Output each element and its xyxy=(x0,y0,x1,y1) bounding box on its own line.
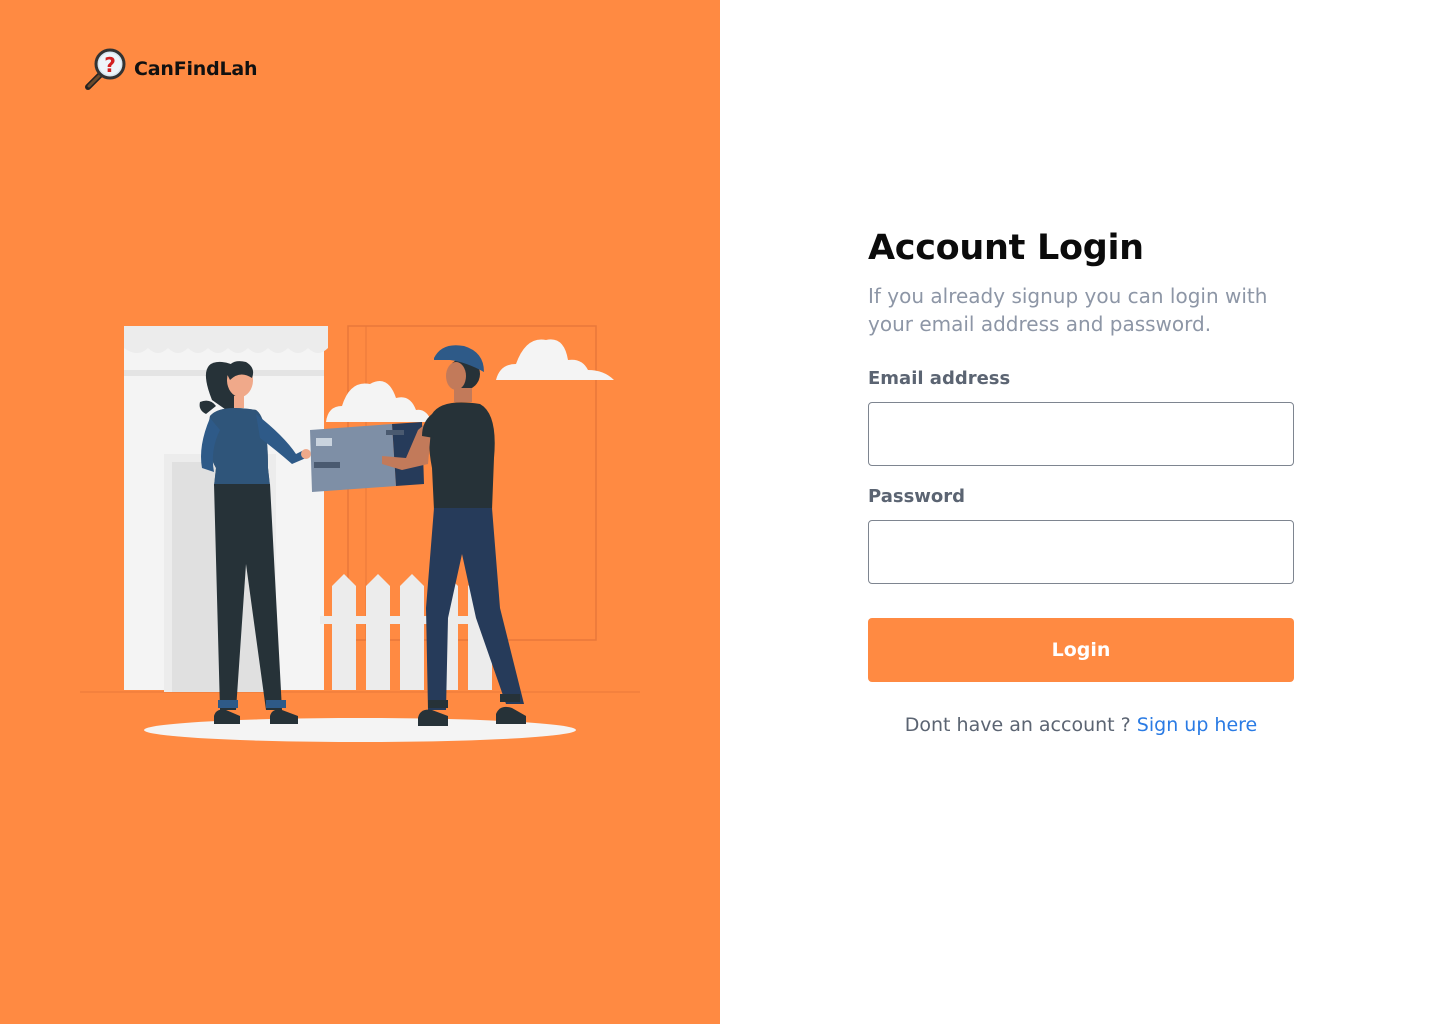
brand-logo[interactable]: ? CanFindLah xyxy=(82,46,258,92)
signup-row: Dont have an account ? Sign up here xyxy=(868,714,1294,736)
svg-text:?: ? xyxy=(104,53,116,77)
signup-link[interactable]: Sign up here xyxy=(1137,714,1257,736)
page-title: Account Login xyxy=(868,228,1144,268)
magnifier-question-icon: ? xyxy=(85,48,126,90)
password-label: Password xyxy=(868,486,966,507)
brand-panel: ? CanFindLah xyxy=(0,0,720,1024)
brand-name: CanFindLah xyxy=(134,58,258,80)
login-button[interactable]: Login xyxy=(868,618,1294,682)
password-field[interactable] xyxy=(868,520,1294,584)
email-field[interactable] xyxy=(868,402,1294,466)
login-panel: Account Login If you already signup you … xyxy=(720,0,1440,1024)
email-label: Email address xyxy=(868,368,1011,389)
page-subtitle: If you already signup you can login with… xyxy=(868,284,1268,336)
signup-prompt: Dont have an account ? xyxy=(904,714,1131,736)
login-form: Account Login If you already signup you … xyxy=(868,228,1294,736)
delivery-handover-illustration xyxy=(80,325,640,742)
